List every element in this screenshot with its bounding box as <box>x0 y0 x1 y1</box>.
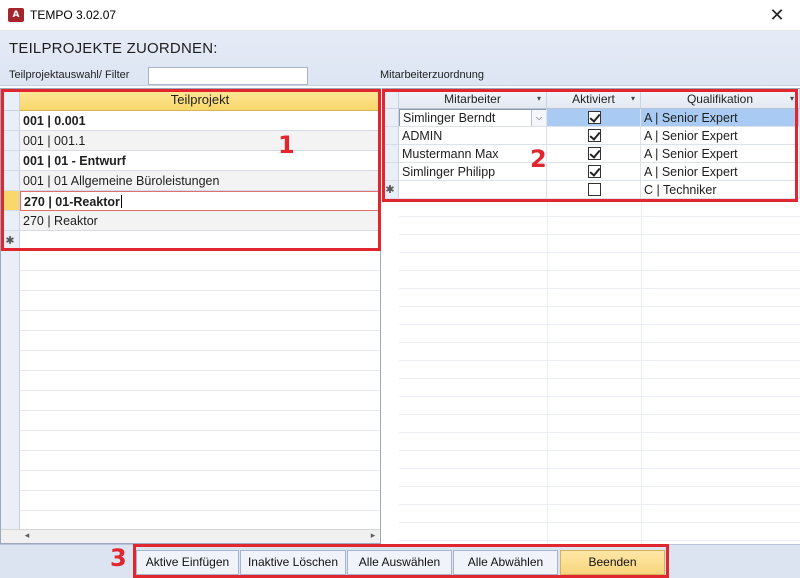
teilprojekt-column-header[interactable]: Teilprojekt <box>20 89 380 111</box>
chevron-down-icon[interactable]: ⌵ <box>531 110 546 126</box>
annotation-number-2: 2 <box>530 145 547 173</box>
sort-filter-icon[interactable]: ▾ <box>631 89 635 109</box>
aktiviert-column-header[interactable]: Aktiviert ▾ <box>547 89 641 109</box>
mitarbeiter-combobox-value: Simlinger Berndt <box>403 111 496 125</box>
aktiviert-header-label: Aktiviert <box>572 92 615 106</box>
record-selector[interactable] <box>1 131 20 151</box>
qualifikation-cell[interactable]: A | Senior Expert <box>641 127 800 145</box>
qualifikation-cell[interactable]: C | Techniker <box>641 181 800 199</box>
teilprojekt-datasheet: Teilprojekt 001 | 0.001 001 | 001.1 001 … <box>0 88 381 544</box>
filter-input[interactable] <box>148 67 308 85</box>
scroll-left-icon[interactable]: ◂ <box>20 530 34 543</box>
new-record-row[interactable]: ✱ <box>1 231 380 251</box>
column-divider <box>547 199 548 544</box>
new-record-icon: ✱ <box>382 181 399 199</box>
sort-filter-icon[interactable]: ▾ <box>790 89 794 109</box>
record-selector[interactable] <box>382 127 399 145</box>
filter-label: Teilprojektauswahl/ Filter <box>9 69 130 81</box>
aktive-einfuegen-button[interactable]: Aktive Einfügen <box>136 550 239 575</box>
qualifikation-cell[interactable]: A | Senior Expert <box>641 145 800 163</box>
qualifikation-cell[interactable]: A | Senior Expert <box>641 109 800 127</box>
annotation-number-3: 3 <box>110 544 127 572</box>
teilprojekt-header-row: Teilprojekt <box>1 89 380 111</box>
teilprojekt-new-cell[interactable] <box>20 231 380 251</box>
column-divider <box>641 199 642 544</box>
qualifikation-cell[interactable]: A | Senior Expert <box>641 163 800 181</box>
mitarbeiter-datasheet: Mitarbeiter ▾ Aktiviert ▾ Qualifikation … <box>382 88 800 544</box>
teilprojekt-cell[interactable]: 001 | 01 Allgemeine Büroleistungen <box>20 171 380 191</box>
alle-auswaehlen-button[interactable]: Alle Auswählen <box>347 550 452 575</box>
teilprojekt-cell-editing[interactable]: 270 | 01-Reaktor <box>20 191 380 211</box>
table-row[interactable]: ADMIN A | Senior Expert <box>382 127 800 145</box>
qualifikation-header-label: Qualifikation <box>686 92 754 106</box>
mitarbeiter-header-label: Mitarbeiter <box>444 92 501 106</box>
qualifikation-column-header[interactable]: Qualifikation ▾ <box>641 89 800 109</box>
record-selector[interactable] <box>382 145 399 163</box>
aktiviert-checkbox[interactable] <box>588 147 601 160</box>
horizontal-scrollbar[interactable]: ◂ ▸ <box>1 529 380 543</box>
text-caret <box>120 195 122 208</box>
aktiviert-checkbox[interactable] <box>588 165 601 178</box>
select-all-corner[interactable] <box>382 89 399 109</box>
table-row[interactable]: Mustermann Max A | Senior Expert <box>382 145 800 163</box>
aktiviert-cell[interactable] <box>547 127 641 145</box>
table-row[interactable]: Simlinger Philipp A | Senior Expert <box>382 163 800 181</box>
inaktive-loeschen-button[interactable]: Inaktive Löschen <box>240 550 346 575</box>
assignment-label: Mitarbeiterzuordnung <box>380 69 484 81</box>
sort-filter-icon[interactable]: ▾ <box>537 89 541 109</box>
new-record-icon: ✱ <box>1 231 20 251</box>
title-bar: A TEMPO 3.02.07 ✕ <box>0 0 800 31</box>
mitarbeiter-column-header[interactable]: Mitarbeiter ▾ <box>399 89 547 109</box>
mitarbeiter-cell[interactable]: Simlinger Philipp <box>399 163 547 181</box>
record-selector[interactable] <box>382 109 399 127</box>
mitarbeiter-cell[interactable]: ADMIN <box>399 127 547 145</box>
table-row[interactable]: 001 | 0.001 <box>1 111 380 131</box>
record-selector[interactable] <box>382 163 399 181</box>
page-title: TEILPROJEKTE ZUORDNEN: <box>9 40 218 57</box>
header-band: TEILPROJEKTE ZUORDNEN: Teilprojektauswah… <box>0 31 800 86</box>
record-selector[interactable] <box>1 211 20 231</box>
select-all-corner[interactable] <box>1 89 20 111</box>
aktiviert-checkbox[interactable] <box>588 183 601 196</box>
mitarbeiter-combobox[interactable]: Simlinger Berndt ⌵ <box>399 109 546 126</box>
table-row[interactable]: 001 | 01 Allgemeine Büroleistungen <box>1 171 380 191</box>
aktiviert-cell[interactable] <box>547 163 641 181</box>
new-record-row[interactable]: ✱ C | Techniker <box>382 181 800 199</box>
table-row-current[interactable]: 270 | 01-Reaktor <box>1 191 380 211</box>
alle-abwaehlen-button[interactable]: Alle Abwählen <box>453 550 558 575</box>
window-title: TEMPO 3.02.07 <box>30 8 117 22</box>
record-selector[interactable] <box>1 111 20 131</box>
teilprojekt-cell[interactable]: 001 | 0.001 <box>20 111 380 131</box>
close-icon[interactable]: ✕ <box>754 0 800 31</box>
mitarbeiter-cell[interactable] <box>399 181 547 199</box>
teilprojekt-cell[interactable]: 270 | Reaktor <box>20 211 380 231</box>
aktiviert-cell[interactable] <box>547 109 641 127</box>
record-selector[interactable] <box>1 151 20 171</box>
mitarbeiter-cell[interactable]: Simlinger Berndt ⌵ <box>399 109 547 127</box>
annotation-number-1: 1 <box>278 131 295 159</box>
table-row[interactable]: 001 | 001.1 <box>1 131 380 151</box>
teilprojekt-cell[interactable]: 001 | 001.1 <box>20 131 380 151</box>
record-selector[interactable] <box>1 171 20 191</box>
aktiviert-cell[interactable] <box>547 181 641 199</box>
empty-grid-area <box>20 251 380 527</box>
aktiviert-checkbox[interactable] <box>588 129 601 142</box>
teilprojekt-cell[interactable]: 001 | 01 - Entwurf <box>20 151 380 171</box>
aktiviert-checkbox[interactable] <box>588 111 601 124</box>
beenden-button[interactable]: Beenden <box>560 550 665 575</box>
scroll-right-icon[interactable]: ▸ <box>366 530 380 543</box>
table-row-selected[interactable]: Simlinger Berndt ⌵ A | Senior Expert <box>382 109 800 127</box>
mitarbeiter-cell[interactable]: Mustermann Max <box>399 145 547 163</box>
teilprojekt-cell-text: 270 | 01-Reaktor <box>24 195 120 209</box>
table-row[interactable]: 270 | Reaktor <box>1 211 380 231</box>
record-selector-active[interactable] <box>1 191 20 211</box>
table-row[interactable]: 001 | 01 - Entwurf <box>1 151 380 171</box>
empty-grid-area <box>399 199 800 544</box>
aktiviert-cell[interactable] <box>547 145 641 163</box>
access-app-icon: A <box>8 8 24 22</box>
